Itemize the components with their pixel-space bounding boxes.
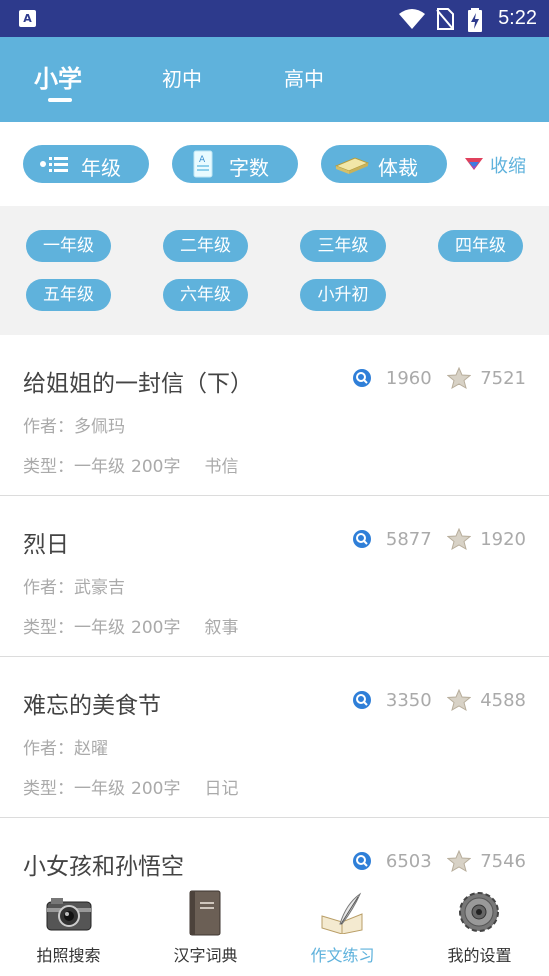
type-prefix: 类型： <box>23 779 74 799</box>
collapse-label: 收缩 <box>490 156 526 177</box>
grade-chip[interactable]: 二年级 <box>163 230 248 262</box>
collapse-triangle-icon <box>465 158 483 170</box>
level-tab-bar: 小学 初中 高中 <box>0 37 549 122</box>
nav-label: 作文练习 <box>310 946 375 965</box>
grade-chip[interactable]: 小升初 <box>300 279 386 311</box>
view-count-icon <box>353 691 372 709</box>
star-count: 1920 <box>480 528 526 550</box>
star-icon <box>447 850 472 872</box>
wifi-icon <box>399 9 425 29</box>
article-item[interactable]: 给姐姐的一封信（下） 1960 7521 作者：多佩玛 类型：一年级 200字 书信 <box>0 335 549 496</box>
book-icon <box>189 890 221 936</box>
article-title: 小女孩和孙悟空 <box>23 854 184 880</box>
article-wordcount: 200字 <box>131 779 181 799</box>
article-author: 作者：赵曜 <box>23 739 108 759</box>
view-count-icon <box>353 852 372 870</box>
nav-label: 我的设置 <box>447 946 512 965</box>
tab-label: 初中 <box>162 67 202 91</box>
genre-filter-button[interactable]: 体裁 <box>321 145 447 183</box>
star-count: 4588 <box>480 689 526 711</box>
bottom-nav: 拍照搜索 汉字词典 作文练习 我的设置 <box>0 882 549 976</box>
article-meta: 类型：一年级 200字 叙事 <box>23 613 244 638</box>
list-icon <box>40 157 68 172</box>
article-title: 给姐姐的一封信（下） <box>23 371 253 397</box>
article-stats: 1960 7521 <box>352 367 526 391</box>
star-icon <box>447 689 472 711</box>
tab-high-school[interactable]: 高中 <box>284 37 334 122</box>
quill-notebook-icon <box>321 892 363 934</box>
article-stats: 6503 7546 <box>352 850 526 874</box>
star-count: 7546 <box>480 850 526 872</box>
tab-label: 小学 <box>34 65 82 93</box>
nav-photo-search[interactable]: 拍照搜索 <box>0 882 137 976</box>
nav-label: 汉字词典 <box>173 946 238 965</box>
article-item[interactable]: 烈日 5877 1920 作者：武豪吉 类型：一年级 200字 叙事 <box>0 496 549 657</box>
article-stats: 3350 4588 <box>352 689 526 713</box>
active-tab-indicator <box>48 98 72 102</box>
battery-charging-icon <box>468 8 482 32</box>
filter-bar: 年级 A 字数 体裁 收缩 <box>0 122 549 206</box>
gear-icon <box>459 892 499 932</box>
document-icon: A <box>193 150 213 178</box>
tab-label: 高中 <box>284 67 324 91</box>
view-count-icon <box>353 530 372 548</box>
view-count: 1960 <box>385 367 432 389</box>
nav-composition-practice[interactable]: 作文练习 <box>274 882 411 976</box>
grade-filter-button[interactable]: 年级 <box>23 145 149 183</box>
wordcount-filter-button[interactable]: A 字数 <box>172 145 298 183</box>
camera-icon <box>46 898 92 931</box>
article-wordcount: 200字 <box>131 457 181 477</box>
grade-chip[interactable]: 三年级 <box>300 230 386 262</box>
article-item[interactable]: 难忘的美食节 3350 4588 作者：赵曜 类型：一年级 200字 日记 <box>0 657 549 818</box>
view-count: 5877 <box>385 528 432 550</box>
clock: 5:22 <box>498 7 537 29</box>
app-notification-icon: A <box>19 10 36 27</box>
star-icon <box>447 367 472 389</box>
article-grade: 一年级 <box>74 779 125 799</box>
nav-label: 拍照搜索 <box>36 946 101 965</box>
article-title: 烈日 <box>23 532 69 558</box>
books-icon <box>335 157 369 174</box>
article-grade: 一年级 <box>74 457 125 477</box>
star-count: 7521 <box>480 367 526 389</box>
nav-settings[interactable]: 我的设置 <box>411 882 548 976</box>
view-count-icon <box>353 369 372 387</box>
grade-chip[interactable]: 六年级 <box>163 279 248 311</box>
grade-filter-label: 年级 <box>81 156 121 180</box>
tab-primary-school[interactable]: 小学 <box>34 37 94 122</box>
genre-filter-label: 体裁 <box>378 156 418 180</box>
type-prefix: 类型： <box>23 457 74 477</box>
article-author: 作者：多佩玛 <box>23 417 125 437</box>
grade-chip[interactable]: 一年级 <box>26 230 111 262</box>
article-genre: 书信 <box>204 457 239 477</box>
article-genre: 叙事 <box>204 618 239 638</box>
article-stats: 5877 1920 <box>352 528 526 552</box>
article-meta: 类型：一年级 200字 书信 <box>23 452 244 477</box>
article-author: 作者：武豪吉 <box>23 578 125 598</box>
article-title: 难忘的美食节 <box>23 693 161 719</box>
view-count: 6503 <box>385 850 432 872</box>
article-item[interactable]: 小女孩和孙悟空 6503 7546 <box>0 818 549 882</box>
grade-selector: 一年级 二年级 三年级 四年级 五年级 六年级 小升初 <box>0 206 549 335</box>
type-prefix: 类型： <box>23 618 74 638</box>
status-bar: A 5:22 <box>0 0 549 37</box>
article-grade: 一年级 <box>74 618 125 638</box>
article-wordcount: 200字 <box>131 618 181 638</box>
no-sim-icon <box>436 8 454 30</box>
grade-chip[interactable]: 四年级 <box>438 230 523 262</box>
wordcount-filter-label: 字数 <box>229 156 269 180</box>
tab-middle-school[interactable]: 初中 <box>162 37 212 122</box>
article-genre: 日记 <box>204 779 239 799</box>
grade-chip[interactable]: 五年级 <box>26 279 111 311</box>
view-count: 3350 <box>385 689 432 711</box>
star-icon <box>447 528 472 550</box>
article-meta: 类型：一年级 200字 日记 <box>23 774 244 799</box>
svg-text:A: A <box>199 155 206 165</box>
nav-dictionary[interactable]: 汉字词典 <box>137 882 274 976</box>
